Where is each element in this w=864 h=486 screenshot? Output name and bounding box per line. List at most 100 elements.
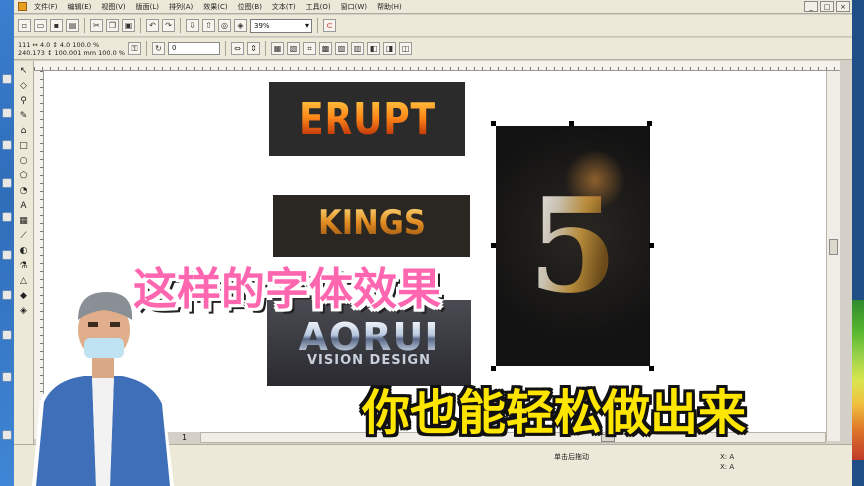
app-launcher-icon[interactable]: ◎ [218,19,231,32]
desktop-icon[interactable] [2,140,12,150]
menu-item-bitmaps[interactable]: 位图(B) [235,2,265,12]
menu-item-text[interactable]: 文本(T) [269,2,299,12]
window-buttons: _ □ × [804,1,850,12]
redo-icon[interactable]: ↷ [162,19,175,32]
connector-tool-icon[interactable]: ⟋ [17,230,31,242]
size-line[interactable]: 240.173 ↕ 100.001 mm 100.0 % [18,49,125,57]
freehand-tool-icon[interactable]: ✎ [17,110,31,122]
outline-icon[interactable]: ◫ [398,42,412,55]
maximize-button[interactable]: □ [820,1,834,12]
desktop-icon[interactable] [2,290,12,300]
outline-indicator[interactable]: X: A [720,462,734,472]
minimize-button[interactable]: _ [804,1,818,12]
desktop-left-strip [0,0,14,486]
zoom-level-select[interactable]: 39% [250,18,312,33]
rotate-icon[interactable]: ↻ [151,42,165,55]
smart-fill-icon[interactable]: ⌂ [17,125,31,137]
fill-indicator[interactable]: X: A [720,452,734,462]
open-file-icon[interactable]: ▭ [34,19,47,32]
import-icon[interactable]: ⇩ [186,19,199,32]
cut-icon[interactable]: ✂ [90,19,103,32]
export-icon[interactable]: ⇧ [202,19,215,32]
aorui-subtitle: VISION DESIGN [307,353,431,368]
corel-online-icon[interactable]: ◈ [234,19,247,32]
desktop-icon[interactable] [2,372,12,382]
palette-swatches[interactable] [852,300,864,460]
standard-toolbar: ▫ ▭ ▪ ▤ ✂ ❐ ▣ ↶ ↷ ⇩ ⇧ ◎ ◈ 39% ⊂ [14,15,852,37]
selection-handle[interactable] [491,243,496,248]
menu-item-help[interactable]: 帮助(H) [374,2,405,12]
menu-item-edit[interactable]: 编辑(E) [65,2,95,12]
desktop-icon[interactable] [2,178,12,188]
print-icon[interactable]: ▤ [66,19,79,32]
new-file-icon[interactable]: ▫ [18,19,31,32]
desktop-icon[interactable] [2,108,12,118]
shape-tool-icon[interactable]: ◇ [17,80,31,92]
basic-shapes-icon[interactable]: ◔ [17,185,31,197]
desktop-icon[interactable] [2,250,12,260]
toolbar-separator [317,18,318,33]
erupt-text: ERUPT [298,93,436,145]
page-number[interactable]: 1 [182,433,187,442]
rotation-field[interactable]: 0 [167,42,220,55]
desktop-icon[interactable] [2,430,12,440]
toolbar-separator [84,18,85,33]
pick-tool-icon[interactable]: ↖ [17,65,31,77]
kings-text: KINGS [317,203,426,243]
menu-item-tools[interactable]: 工具(O) [303,2,334,12]
rectangle-tool-icon[interactable]: □ [17,140,31,152]
menu-item-window[interactable]: 窗口(W) [338,2,370,12]
selection-handle[interactable] [647,121,652,126]
trace-bitmap-icon[interactable]: ▧ [286,42,300,55]
zoom-tool-icon[interactable]: ⚲ [17,95,31,107]
desktop-icon[interactable] [2,330,12,340]
menu-item-file[interactable]: 文件(F) [31,2,61,12]
menu-item-arrange[interactable]: 排列(A) [166,2,196,12]
toolbar-separator [145,41,147,56]
screen: 文件(F) 编辑(E) 视图(V) 版面(L) 排列(A) 效果(C) 位图(B… [0,0,864,486]
undo-icon[interactable]: ↶ [146,19,159,32]
desktop-icon[interactable] [2,74,12,84]
status-hint: 单击后拖动 [554,453,589,461]
position-line[interactable]: 111 ↔ 4.0 ↕ 4.0 100.0 % [18,41,125,49]
mirror-vertical-icon[interactable]: ⇕ [246,42,260,55]
presenter-figure [32,292,174,486]
selection-handle[interactable] [649,243,654,248]
menu-item-effects[interactable]: 效果(C) [200,2,230,12]
selection-handle[interactable] [649,366,654,371]
table-tool-icon[interactable]: ▦ [17,215,31,227]
toolbar-separator [140,18,141,33]
mirror-horizontal-icon[interactable]: ⇔ [230,42,244,55]
artwork-erupt[interactable]: ERUPT [269,82,465,156]
vertical-scroll-thumb[interactable] [829,239,838,255]
close-button[interactable]: × [836,1,850,12]
paste-icon[interactable]: ▣ [122,19,135,32]
to-front-icon[interactable]: ◧ [366,42,380,55]
lock-ratio-icon[interactable]: ⚿ [127,42,141,55]
crop-icon[interactable]: ⌗ [302,42,316,55]
selection-handle[interactable] [491,366,496,371]
resample-icon[interactable]: ▩ [318,42,332,55]
desktop-icon[interactable] [2,212,12,222]
bitmap-mask-icon[interactable]: ▨ [334,42,348,55]
vertical-scrollbar[interactable] [826,71,840,441]
property-bar: 111 ↔ 4.0 ↕ 4.0 100.0 % 240.173 ↕ 100.00… [14,38,852,60]
eyedropper-tool-icon[interactable]: ⚗ [17,260,31,272]
ellipse-tool-icon[interactable]: ○ [17,155,31,167]
copy-icon[interactable]: ❐ [106,19,119,32]
menu-item-view[interactable]: 视图(V) [98,2,128,12]
selection-handle[interactable] [569,121,574,126]
interactive-tool-icon[interactable]: ◐ [17,245,31,257]
save-icon[interactable]: ▪ [50,19,63,32]
snap-icon[interactable]: ⊂ [323,19,336,32]
text-tool-icon[interactable]: A [17,200,31,212]
horizontal-ruler[interactable] [34,61,840,71]
wrap-text-icon[interactable]: ▥ [350,42,364,55]
bitmap-edit-icon[interactable]: ▦ [270,42,284,55]
artwork-kings[interactable]: KINGS [273,195,470,257]
app-icon [18,2,27,11]
to-back-icon[interactable]: ◨ [382,42,396,55]
menu-item-layout[interactable]: 版面(L) [133,2,162,12]
selection-handle[interactable] [491,121,496,126]
polygon-tool-icon[interactable]: ⬠ [17,170,31,182]
